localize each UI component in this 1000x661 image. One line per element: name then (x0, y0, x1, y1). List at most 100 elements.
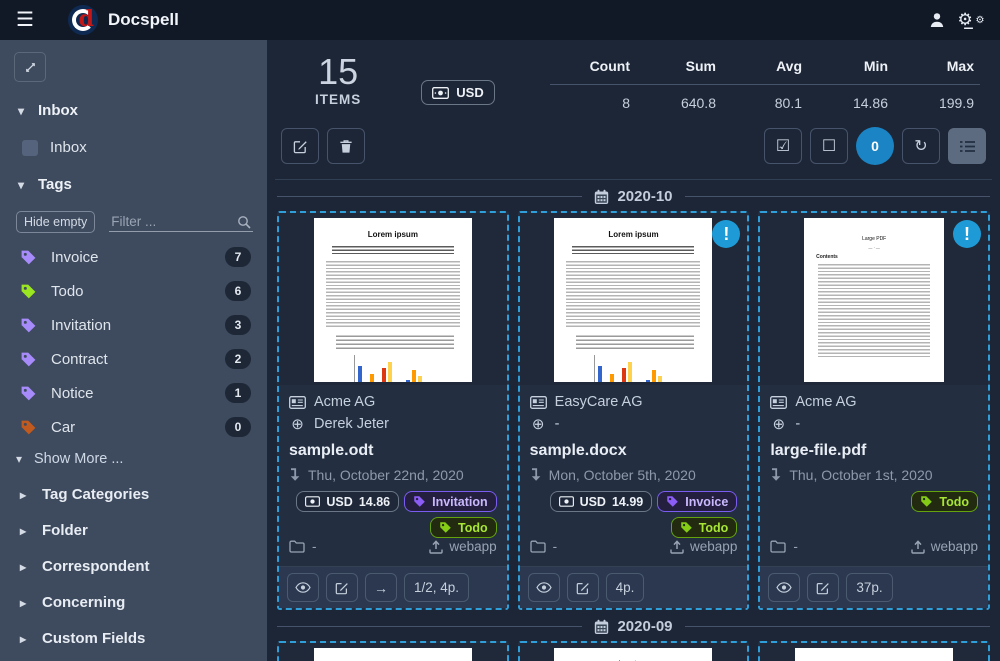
tag-count-badge: 1 (225, 383, 251, 403)
expand-sidebar-button[interactable] (14, 52, 46, 82)
sidebar-section-folder[interactable]: ▸ Folder (20, 522, 251, 539)
sidebar-tag-notice[interactable]: Notice 1 (20, 383, 251, 403)
tag-icon (20, 249, 37, 266)
edit-icon (293, 139, 308, 154)
sidebar-section-inbox[interactable]: ▾ Inbox (18, 102, 249, 119)
inbox-checkbox-item[interactable]: Inbox (22, 139, 249, 156)
sidebar-tag-invoice[interactable]: Invoice 7 (20, 247, 251, 267)
tag-badge[interactable]: Todo (430, 517, 497, 538)
items-label: ITEMS (315, 92, 361, 107)
toolbar-divider (275, 179, 992, 180)
app-title: Docspell (108, 10, 179, 30)
tag-icon (20, 317, 37, 334)
edit-items-button[interactable] (281, 128, 319, 164)
concerning-row: ⊕ - (530, 415, 738, 433)
sidebar-section-concerning[interactable]: ▸ Concerning (20, 594, 251, 611)
upload-icon (429, 540, 443, 554)
tag-badge[interactable]: Todo (671, 517, 738, 538)
upload-icon (911, 540, 925, 554)
sidebar-tag-todo[interactable]: Todo 6 (20, 281, 251, 301)
tag-count-badge: 0 (225, 417, 251, 437)
id-card-icon (289, 396, 306, 409)
item-date-row: Thu, October 22nd, 2020 (289, 467, 497, 483)
id-card-icon (530, 396, 547, 409)
user-icon[interactable] (920, 7, 954, 33)
caret-right-icon: ▸ (20, 560, 30, 574)
list-view-toggle-button[interactable] (948, 128, 986, 164)
item-badges: Todo (770, 491, 978, 539)
person-crosshair-icon: ⊕ (530, 415, 547, 433)
inbox-checkbox[interactable] (22, 140, 38, 156)
item-name[interactable]: sample.docx (530, 442, 738, 460)
select-all-button[interactable]: ☑ (764, 128, 802, 164)
tag-filter-input[interactable] (111, 214, 237, 229)
item-card[interactable]: ! Lorem ipsum (518, 211, 750, 610)
item-card[interactable]: ! Large PDF — · — Contents Acme AG (758, 211, 990, 610)
tag-count-badge: 2 (225, 349, 251, 369)
sidebar-tag-invitation[interactable]: Invitation 3 (20, 315, 251, 335)
tag-icon (20, 283, 37, 300)
tag-filter-field (109, 212, 253, 232)
selection-toolbar: ☑ ☐ 0 ↻ (764, 127, 986, 165)
folder-icon (289, 540, 305, 553)
search-stats-bar: 15 ITEMS USD Count Sum Avg Min Max 8 640… (275, 48, 992, 111)
sidebar-section-tag-categories[interactable]: ▸ Tag Categories (20, 486, 251, 503)
stats-table: Count Sum Avg Min Max 8 640.8 80.1 14.86… (550, 54, 980, 111)
refresh-button[interactable]: ↻ (902, 128, 940, 164)
item-preview[interactable]: Lorem ipsum (520, 643, 748, 661)
correspondent-row: Acme AG (770, 394, 978, 410)
person-crosshair-icon: ⊕ (289, 415, 306, 433)
item-card-group: Keywords in PDF Lorem ipsum (275, 641, 992, 661)
item-card[interactable]: Lorem ipsum (518, 641, 750, 661)
tag-badge[interactable]: Invoice (657, 491, 737, 512)
select-none-button[interactable]: ☐ (810, 128, 848, 164)
show-more-tags[interactable]: ▾ Show More ... (16, 451, 251, 467)
menu-icon[interactable]: ☰ (12, 7, 38, 33)
edit-icon (576, 581, 590, 595)
item-meta: Acme AG ⊕ Derek Jeter sample.odt Thu, Oc… (279, 385, 507, 566)
tag-count-badge: 3 (225, 315, 251, 335)
tag-count-badge: 7 (225, 247, 251, 267)
money-icon (559, 496, 574, 507)
preview-button[interactable] (287, 573, 319, 602)
sidebar-section-correspondent[interactable]: ▸ Correspondent (20, 558, 251, 575)
eye-icon (776, 582, 792, 593)
calendar-icon (594, 619, 609, 635)
edit-item-button[interactable] (326, 573, 358, 602)
item-card[interactable]: Keywords in PDF (277, 641, 509, 661)
preview-button[interactable] (768, 573, 800, 602)
item-preview[interactable]: Lorem ipsum (279, 213, 507, 385)
docspell-logo[interactable]: d (68, 5, 98, 35)
next-attachment-button[interactable]: → (365, 573, 397, 602)
items-summary: 15 ITEMS (315, 54, 361, 107)
settings-gears-icon[interactable]: ⚙̲ ⚙ (954, 7, 988, 33)
eye-icon (536, 582, 552, 593)
money-icon (432, 87, 449, 99)
sidebar-section-tags[interactable]: ▾ Tags (18, 176, 249, 193)
item-preview[interactable]: Keywords in PDF (279, 643, 507, 661)
delete-items-button[interactable] (327, 128, 365, 164)
preview-button[interactable] (528, 573, 560, 602)
item-card-footer: 37p. (760, 566, 988, 608)
edit-item-button[interactable] (567, 573, 599, 602)
upload-icon (670, 540, 684, 554)
sidebar-tag-contract[interactable]: Contract 2 (20, 349, 251, 369)
money-icon (305, 496, 320, 507)
item-card[interactable]: Lorem ipsum (277, 211, 509, 610)
edit-item-button[interactable] (807, 573, 839, 602)
item-name[interactable]: sample.odt (289, 442, 497, 460)
item-preview[interactable]: Lorem ipsum (760, 643, 988, 661)
tag-icon (666, 495, 679, 508)
sidebar-section-custom-fields[interactable]: ▸ Custom Fields (20, 630, 251, 647)
caret-right-icon: ▸ (20, 632, 30, 646)
tag-badge[interactable]: Invitation (404, 491, 497, 512)
page-count-label: 4p. (606, 573, 645, 602)
sidebar-tag-car[interactable]: Car 0 (20, 417, 251, 437)
tag-badge[interactable]: Todo (911, 491, 978, 512)
selection-count-badge[interactable]: 0 (856, 127, 894, 165)
hide-empty-button[interactable]: Hide empty (16, 211, 95, 233)
item-card[interactable]: Lorem ipsum (758, 641, 990, 661)
item-name[interactable]: large-file.pdf (770, 442, 978, 460)
correspondent-row: EasyCare AG (530, 394, 738, 410)
calendar-icon (594, 189, 609, 205)
